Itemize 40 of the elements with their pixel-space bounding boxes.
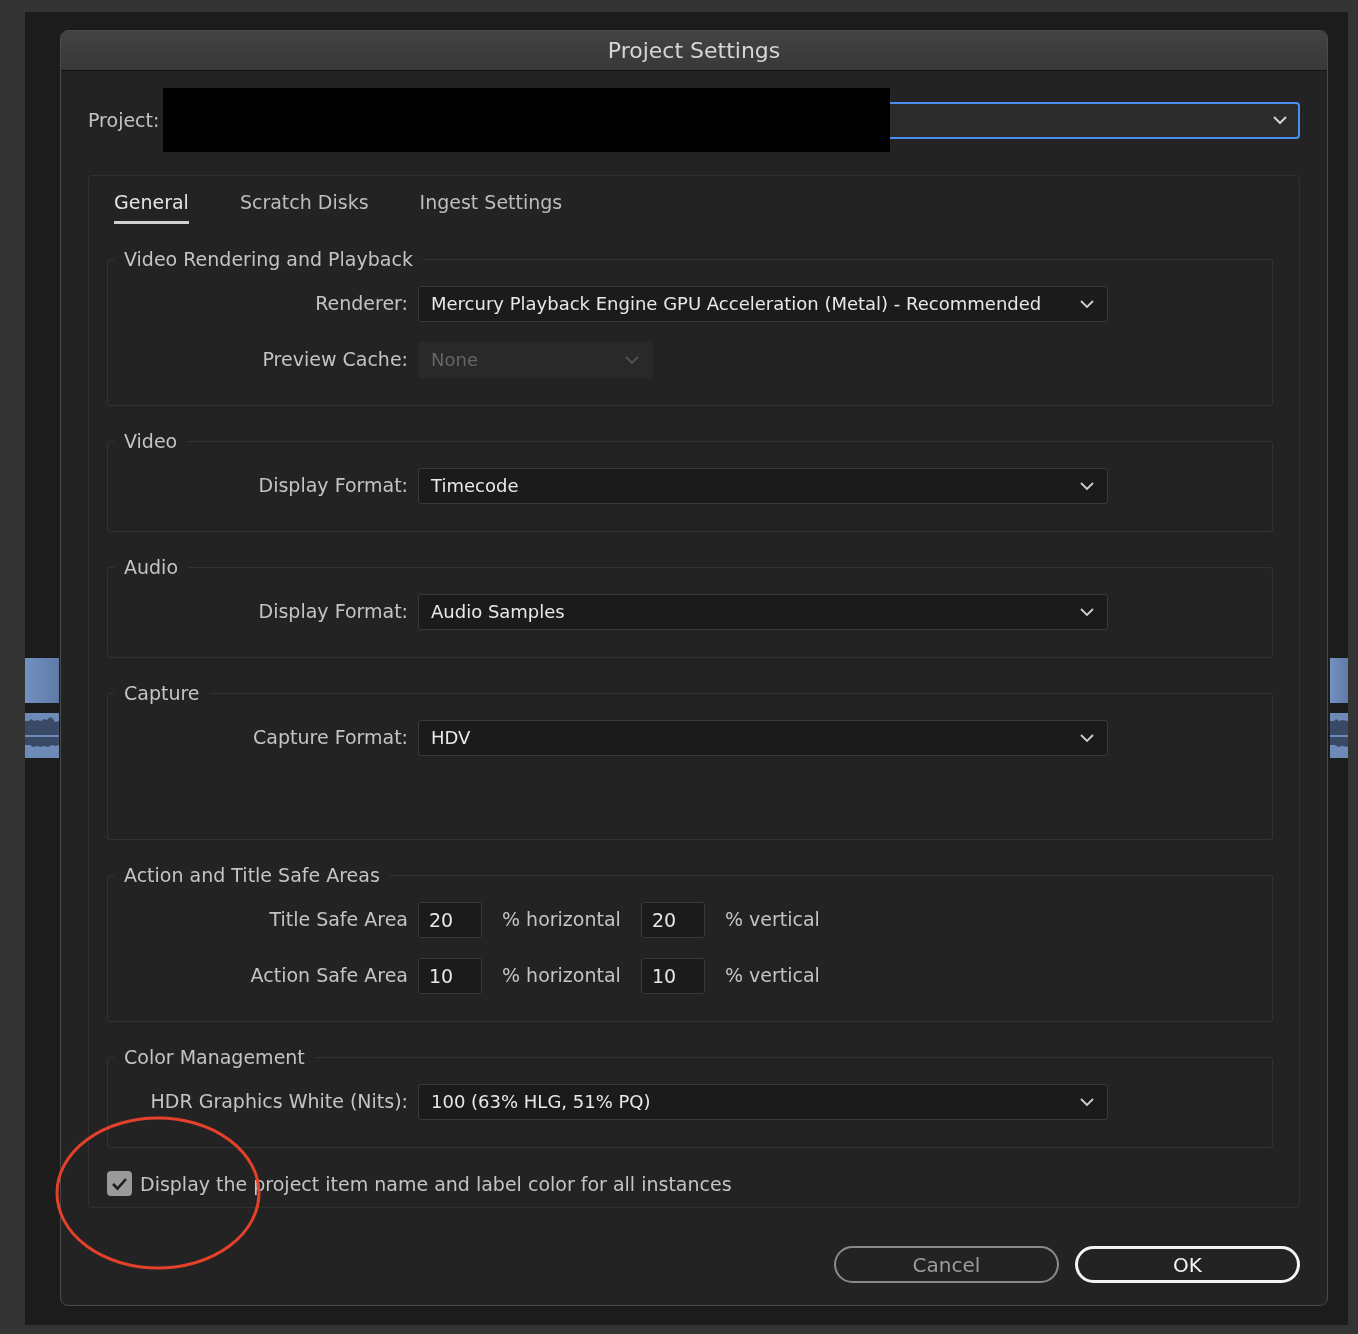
input-field[interactable]: 10 bbox=[640, 957, 705, 994]
tab[interactable]: General bbox=[114, 188, 189, 224]
field-label: Renderer: bbox=[314, 291, 409, 317]
window-title: Project Settings bbox=[607, 37, 781, 65]
chevron-down-icon bbox=[1079, 606, 1095, 617]
checkmark-icon bbox=[111, 1176, 128, 1191]
project-dropdown[interactable] bbox=[890, 101, 1300, 139]
chevron-down-icon bbox=[1272, 115, 1288, 125]
field-label: Display Format: bbox=[257, 473, 409, 499]
input-field[interactable]: 20 bbox=[418, 901, 482, 938]
unit-label: % vertical bbox=[723, 907, 821, 933]
field-label: Project: bbox=[88, 107, 161, 133]
unit-label: % horizontal bbox=[501, 907, 622, 933]
field-label: Title Safe Area bbox=[268, 907, 409, 933]
dropdown[interactable]: HDV bbox=[418, 719, 1108, 756]
dropdown[interactable]: Mercury Playback Engine GPU Acceleration (Metal) - Recommended bbox=[418, 285, 1108, 322]
field-label: Capture Format: bbox=[252, 725, 409, 751]
video-clip bbox=[1330, 658, 1348, 703]
unit-label: % horizontal bbox=[501, 963, 622, 989]
field-label: Action Safe Area bbox=[249, 963, 409, 989]
chevron-down-icon bbox=[1079, 1096, 1095, 1107]
field-label: HDR Graphics White (Nits): bbox=[149, 1089, 409, 1115]
field-label: Display Format: bbox=[257, 599, 409, 625]
input-field[interactable]: 20 bbox=[640, 901, 705, 938]
checkbox[interactable] bbox=[107, 1171, 132, 1197]
tab[interactable]: Ingest Settings bbox=[419, 188, 563, 224]
field-label: Preview Cache: bbox=[261, 347, 409, 373]
chevron-down-icon bbox=[624, 354, 640, 365]
dropdown[interactable]: Timecode bbox=[418, 467, 1108, 504]
dropdown[interactable]: 100 (63% HLG, 51% PQ) bbox=[418, 1083, 1108, 1120]
chevron-down-icon bbox=[1079, 732, 1095, 743]
unit-label: % vertical bbox=[723, 963, 821, 989]
video-clip bbox=[25, 658, 59, 703]
ok-button[interactable]: OK bbox=[1075, 1246, 1300, 1283]
tab[interactable]: Scratch Disks bbox=[239, 188, 369, 224]
chevron-down-icon bbox=[1079, 480, 1095, 491]
input-field[interactable]: 10 bbox=[418, 957, 482, 994]
cancel-button[interactable]: Cancel bbox=[834, 1246, 1059, 1283]
chevron-down-icon bbox=[1079, 298, 1095, 309]
dropdown[interactable]: Audio Samples bbox=[418, 593, 1108, 630]
